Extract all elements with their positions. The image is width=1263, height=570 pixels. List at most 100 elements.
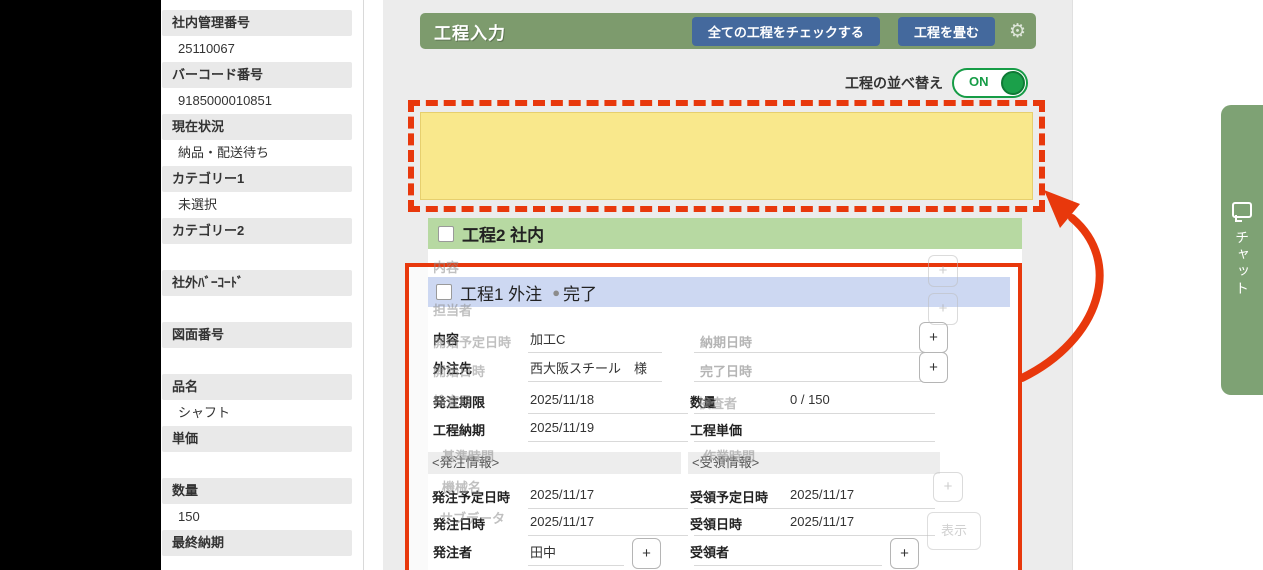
field-underline xyxy=(694,535,935,536)
field-label-juryo-yotei: 受領予定日時 xyxy=(690,487,768,506)
field-underline xyxy=(694,441,935,442)
sidebar-field-value: 未選択 xyxy=(162,192,352,218)
field-value-suryo[interactable]: 0 / 150 xyxy=(790,392,830,407)
sort-toggle-label: 工程の並べ替え xyxy=(845,73,943,93)
add-button[interactable]: + xyxy=(919,322,948,353)
field-label-kotei-tanka: 工程単価 xyxy=(690,420,742,439)
field-underline xyxy=(694,413,935,414)
sidebar-field-value: シャフト xyxy=(162,400,352,426)
process1-title: 工程1 外注 xyxy=(460,280,542,305)
check-all-processes-button[interactable]: 全ての工程をチェックする xyxy=(692,17,880,46)
field-value-hacchu-kigen[interactable]: 2025/11/18 xyxy=(530,392,594,407)
ghost-field-kensasha: 検査者 xyxy=(698,393,737,412)
field-underline xyxy=(694,381,932,382)
ghost-field-kikai-mei: 機械名 xyxy=(442,477,481,496)
ghost-field-sagyo-jikan: 作業時間 xyxy=(703,446,755,465)
left-dark-panel xyxy=(0,0,161,570)
field-value-hacchu-yotei[interactable]: 2025/11/17 xyxy=(530,487,594,502)
ghost-field-kijun-jikan: 基準時間 xyxy=(442,446,494,465)
sidebar-field-label: 現在状況 xyxy=(162,114,352,140)
process2-header[interactable]: 工程2 社内 xyxy=(428,218,1022,249)
field-value-juryo-nichiji[interactable]: 2025/11/17 xyxy=(790,514,854,529)
field-value-hacchusha[interactable]: 田中 xyxy=(530,542,556,561)
sidebar-field-value: 納品・配送待ち xyxy=(162,140,352,166)
app-screen: 社内管理番号 25110067 バーコード番号 9185000010851 現在… xyxy=(0,0,1263,570)
chat-bubble-tail xyxy=(1235,215,1242,222)
ghost-add-button: + xyxy=(928,255,958,287)
field-value-gaichusaki[interactable]: 西大阪スチール 様 xyxy=(530,358,647,377)
field-label-juryosha: 受領者 xyxy=(690,542,729,561)
sidebar-field-value xyxy=(162,348,352,374)
process1-checkbox[interactable] xyxy=(436,284,452,300)
ghost-field-kaishi-yotei: 開始予定日時 xyxy=(433,332,511,351)
field-underline xyxy=(694,565,882,566)
collapse-processes-button[interactable]: 工程を畳む xyxy=(898,17,995,46)
field-underline xyxy=(528,381,662,382)
process-drop-target[interactable] xyxy=(408,100,1045,212)
field-label-kanryo-nichiji: 完了日時 xyxy=(700,361,752,380)
field-label-kotei-nouki: 工程納期 xyxy=(433,420,485,439)
sidebar-field-value xyxy=(162,556,352,570)
sidebar-field-label: カテゴリー2 xyxy=(162,218,352,244)
add-button[interactable]: + xyxy=(632,538,661,569)
process2-checkbox[interactable] xyxy=(438,226,454,242)
ghost-show-button: 表示 xyxy=(927,512,981,550)
ghost-add-button: + xyxy=(933,472,963,502)
field-underline xyxy=(694,508,935,509)
sidebar-field-label: 品名 xyxy=(162,374,352,400)
sidebar-field-value xyxy=(162,244,352,270)
field-underline xyxy=(528,508,688,509)
status-dot-icon: ● xyxy=(552,285,560,300)
chat-bubble-icon xyxy=(1232,202,1252,218)
drag-direction-arrow xyxy=(1000,178,1160,408)
process1-header[interactable]: 工程1 外注 ● 完了 xyxy=(428,277,1010,307)
ghost-field-naiyo: 内容 xyxy=(433,257,459,276)
field-underline xyxy=(528,413,688,414)
field-value-juryo-yotei[interactable]: 2025/11/17 xyxy=(790,487,854,502)
sort-toggle[interactable]: ON xyxy=(952,68,1028,98)
ghost-field-kensabi: 検査日 xyxy=(433,391,472,410)
field-underline xyxy=(528,441,688,442)
add-button[interactable]: + xyxy=(919,352,948,383)
field-value-naiyo[interactable]: 加工C xyxy=(530,329,565,348)
toggle-state-label: ON xyxy=(969,74,989,89)
ghost-field-subdata: サブデータ xyxy=(440,508,505,527)
sidebar-field-label: 数量 xyxy=(162,478,352,504)
ghost-add-button: + xyxy=(928,293,958,325)
sidebar-field-label: 社内管理番号 xyxy=(162,10,352,36)
sidebar-field-label: 単価 xyxy=(162,426,352,452)
process1-status: 完了 xyxy=(563,280,597,305)
field-label-nouki-nichiji: 納期日時 xyxy=(700,332,752,351)
sidebar-field-label: 図面番号 xyxy=(162,322,352,348)
sidebar-field-label: カテゴリー1 xyxy=(162,166,352,192)
sidebar-field-label: 社外ﾊﾞｰｺｰﾄﾞ xyxy=(162,270,352,296)
field-label-juryo-nichiji: 受領日時 xyxy=(690,514,742,533)
field-underline xyxy=(528,352,662,353)
sidebar-field-value: 150 xyxy=(162,504,352,530)
chat-tab[interactable]: チャット xyxy=(1221,105,1263,395)
sidebar-field-label: バーコード番号 xyxy=(162,62,352,88)
toggle-knob[interactable] xyxy=(1001,71,1025,95)
field-underline xyxy=(528,535,688,536)
page-title: 工程入力 xyxy=(420,19,674,44)
field-value-hacchu-nichiji[interactable]: 2025/11/17 xyxy=(530,514,594,529)
sidebar-field-value: 9185000010851 xyxy=(162,88,352,114)
sidebar-field-value: 25110067 xyxy=(162,36,352,62)
field-label-hacchusha: 発注者 xyxy=(433,542,472,561)
item-detail-sidebar: 社内管理番号 25110067 バーコード番号 9185000010851 現在… xyxy=(162,10,352,570)
process2-title: 工程2 社内 xyxy=(462,221,544,246)
sidebar-field-value xyxy=(162,452,352,478)
sidebar-field-value xyxy=(162,296,352,322)
sidebar-divider xyxy=(363,0,364,570)
ghost-field-kaishi: 開始日時 xyxy=(433,361,485,380)
drop-highlight xyxy=(420,112,1033,200)
chat-tab-label: チャット xyxy=(1232,230,1252,298)
add-button[interactable]: + xyxy=(890,538,919,569)
field-underline xyxy=(694,352,932,353)
field-value-kotei-nouki[interactable]: 2025/11/19 xyxy=(530,420,594,435)
field-underline xyxy=(528,565,624,566)
process-input-header: 工程入力 全ての工程をチェックする 工程を畳む ⚙ xyxy=(420,13,1036,49)
sort-toggle-row: 工程の並べ替え ON xyxy=(845,69,1028,97)
gear-icon[interactable]: ⚙ xyxy=(1009,20,1026,43)
ghost-field-tantosha: 担当者 xyxy=(433,300,472,319)
